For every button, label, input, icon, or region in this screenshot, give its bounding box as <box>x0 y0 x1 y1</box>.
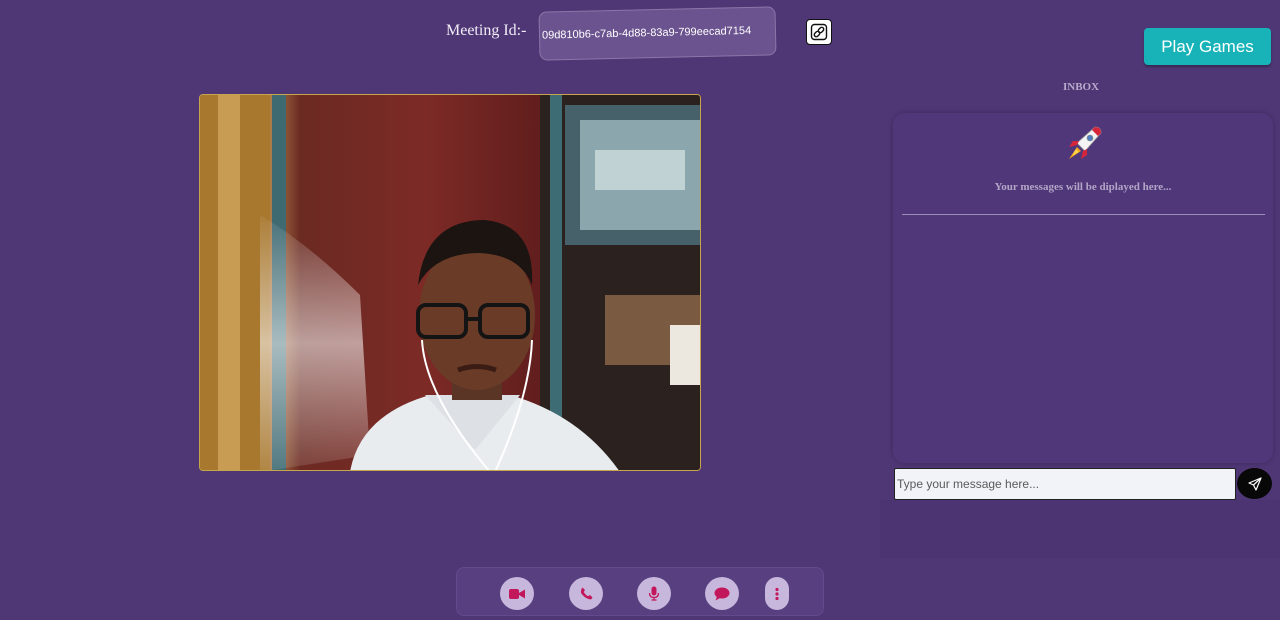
chat-panel: Your messages will be diplayed here... <box>893 113 1273 463</box>
paper-plane-icon <box>1247 476 1262 491</box>
microphone-icon <box>648 586 660 601</box>
chat-empty-message: Your messages will be diplayed here... <box>994 181 1172 193</box>
phone-icon <box>580 587 592 600</box>
rocket-icon <box>1069 126 1102 159</box>
meeting-id-field[interactable]: 09d810b6-c7ab-4d88-83a9-799eecad7154 <box>538 6 777 61</box>
more-options-button[interactable] <box>765 577 789 610</box>
mic-toggle-button[interactable] <box>637 577 671 610</box>
send-button[interactable] <box>1237 468 1272 499</box>
chat-toggle-button[interactable] <box>705 577 739 610</box>
meeting-id-label: Meeting Id:- <box>446 22 527 39</box>
play-games-button[interactable]: Play Games <box>1144 28 1271 65</box>
video-toggle-button[interactable] <box>500 577 534 610</box>
vertical-dots-icon <box>775 587 779 600</box>
copy-link-button[interactable] <box>806 19 832 45</box>
inbox-title: INBOX <box>1063 81 1100 93</box>
chat-footer-area <box>880 500 1280 558</box>
end-call-button[interactable] <box>569 577 603 610</box>
video-camera-icon <box>509 588 525 599</box>
video-feed <box>199 94 701 471</box>
message-input[interactable] <box>894 468 1236 500</box>
link-icon <box>810 23 828 41</box>
chat-bubble-icon <box>714 587 730 600</box>
chat-divider <box>902 214 1265 215</box>
call-controls-bar <box>456 567 824 616</box>
